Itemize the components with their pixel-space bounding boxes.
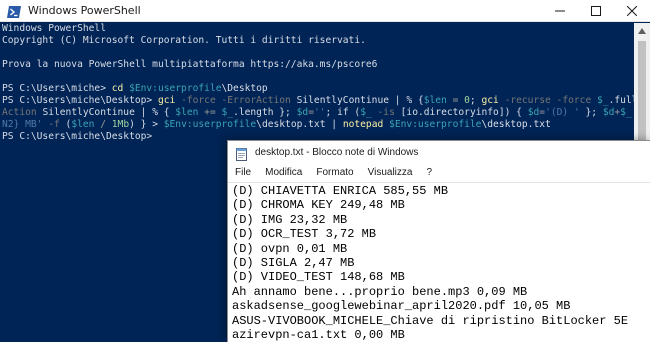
console-token: Copyright (C) Microsoft Corporation. Tut… <box>2 35 366 46</box>
console-token: $Env:userprofile <box>389 119 482 130</box>
console-token: Action <box>2 107 43 118</box>
console-token: $Env:userprofile <box>129 83 222 94</box>
console-line: PS C:\Users\miche\Desktop> gci -force -E… <box>2 95 634 107</box>
notepad-text-area[interactable]: (D) CHIAVETTA ENRICA 585,55 MB (D) CHROMA… <box>228 182 650 342</box>
menu-modifica[interactable]: Modifica <box>258 165 309 182</box>
menu-formato[interactable]: Formato <box>309 165 360 182</box>
console-token: Prova la nuova PowerShell multipiattafor… <box>2 59 378 70</box>
console-token: cd <box>111 83 130 94</box>
text-line: ASUS-VIVOBOOK_MICHELE_Chiave di ripristi… <box>232 313 629 328</box>
close-icon[interactable] <box>614 0 650 22</box>
console-token: notepad <box>342 119 390 130</box>
powershell-titlebar[interactable]: Windows PowerShell <box>0 0 650 22</box>
console-token: $d <box>527 107 540 118</box>
console-line: Action SilentlyContinue | % { $len += $_… <box>2 107 634 119</box>
console-token: .length }; <box>233 107 297 118</box>
console-token: [io.directoryinfo] <box>400 107 505 118</box>
console-token: \Desktop <box>221 83 268 94</box>
console-token: $Env:userprofile <box>163 119 257 130</box>
notepad-icon <box>235 146 248 161</box>
console-token: -force -ErrorAction <box>181 95 297 106</box>
console-token: -recurse -force <box>504 95 597 106</box>
powershell-title: Windows PowerShell <box>28 4 141 17</box>
text-line: (D) CHROMA KEY 249,48 MB <box>232 198 405 213</box>
console-token: ) { <box>504 107 528 118</box>
console-token: '' <box>313 107 326 118</box>
console-token: ; if ( <box>325 107 361 118</box>
console-token: = <box>446 95 465 106</box>
menu-file[interactable]: File <box>228 165 258 182</box>
minimize-icon[interactable] <box>542 0 578 22</box>
console-token: .fullname <box>608 95 634 106</box>
text-line: azirevpn-ca1.txt 0,00 MB <box>232 327 405 342</box>
notepad-title: desktop.txt - Blocco note di Windows <box>255 147 419 158</box>
console-token: 1Mb <box>111 119 130 130</box>
console-token: gci <box>157 95 182 106</box>
console-line: Copyright (C) Microsoft Corporation. Tut… <box>2 35 634 47</box>
console-token: -f <box>48 119 66 130</box>
console-token: '(D) ' <box>545 107 580 118</box>
console-token: $_ <box>360 107 372 118</box>
notepad-window[interactable]: desktop.txt - Blocco note di Windows Fil… <box>227 140 650 342</box>
console-token: PS C:\Users\miche> <box>2 83 112 94</box>
menu-help[interactable]: ? <box>419 165 439 182</box>
console-line: N2} MB' -f ($len / 1Mb) } > $Env:userpro… <box>2 119 634 131</box>
console-token: \desktop.txt <box>481 119 551 130</box>
console-token: N2} MB' <box>2 119 49 130</box>
console-token: ) } > <box>129 119 164 130</box>
console-token: \desktop.txt <box>256 119 332 130</box>
console-token: $_ <box>221 107 234 118</box>
console-token: / <box>94 119 112 130</box>
console-token: ; <box>469 95 482 106</box>
console-line: Windows PowerShell <box>2 23 634 35</box>
text-line: (D) VIDEO_TEST 148,68 MB <box>232 270 405 285</box>
text-line: Ah annamo bene...proprio bene.mp3 0,09 M… <box>232 284 528 299</box>
console-token: PS C:\Users\miche\Desktop> <box>2 131 158 142</box>
maximize-icon[interactable] <box>578 0 614 22</box>
notepad-titlebar[interactable]: desktop.txt - Blocco note di Windows <box>228 141 650 165</box>
console-token: PS C:\Users\miche\Desktop> <box>2 95 158 106</box>
console-token: $d <box>296 107 309 118</box>
console-token: $d <box>602 107 615 118</box>
console-token: SilentlyContinue <box>296 95 395 106</box>
text-line: (D) ovpn 0,01 MB <box>232 241 348 256</box>
console-token: | % { <box>394 95 424 106</box>
text-line: (D) OCR_TEST 3,72 MB <box>232 227 377 242</box>
console-token: $len <box>423 95 447 106</box>
notepad-menubar: File Modifica Formato Visualizza ? <box>228 165 650 182</box>
menu-visualizza[interactable]: Visualizza <box>361 165 420 182</box>
console-token: -is <box>371 107 401 118</box>
text-line: askadsense_googlewebinar_april2020.pdf 1… <box>232 299 571 314</box>
console-token: $_ <box>597 95 609 106</box>
text-line: (D) IMG 23,32 MB <box>232 212 348 227</box>
console-token: }; <box>579 107 603 118</box>
console-token: | % { <box>140 107 176 118</box>
console-token: | <box>331 119 343 130</box>
console-line: PS C:\Users\miche> cd $Env:userprofile\D… <box>2 83 634 95</box>
console-token: $len <box>175 107 199 118</box>
console-token: gci <box>481 95 505 106</box>
console-token: $len <box>71 119 95 130</box>
text-line: (D) SIGLA 2,47 MB <box>232 255 355 270</box>
console-token: $_ <box>620 107 632 118</box>
scroll-up-arrow-icon[interactable] <box>634 23 650 39</box>
console-token: Windows PowerShell <box>2 23 106 34</box>
powershell-icon <box>7 4 21 18</box>
console-token: += <box>198 107 222 118</box>
console-line: Prova la nuova PowerShell multipiattafor… <box>2 59 634 71</box>
console-token: SilentlyContinue <box>42 107 141 118</box>
text-line: (D) CHIAVETTA ENRICA 585,55 MB <box>232 184 449 198</box>
